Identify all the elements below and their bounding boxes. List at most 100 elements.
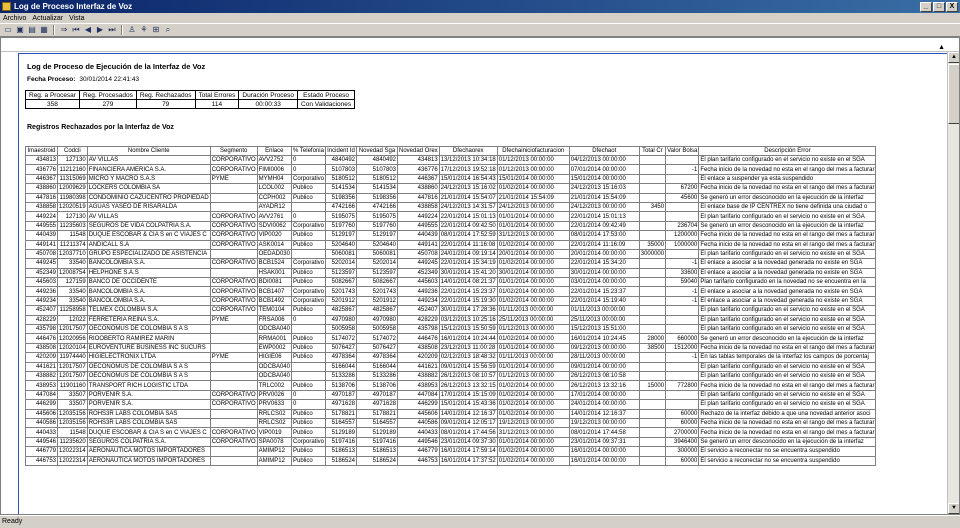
vertical-scrollbar[interactable]: ▲ ▼ xyxy=(947,52,959,514)
table-cell: CORPORATIVO xyxy=(209,286,258,297)
table-cell: 26/12/2013 08:10:58 xyxy=(568,370,640,382)
table-cell: 25/11/2013 00:00:00 xyxy=(496,314,570,326)
table-cell: 127130 xyxy=(57,154,88,166)
table-cell: 08/01/2014 17:53:00 xyxy=(568,230,640,241)
table-cell: 38500 xyxy=(638,342,667,354)
table-cell: Fecha inicio de la novedad no esta en el… xyxy=(698,380,877,391)
table-cell: 449224 xyxy=(25,211,58,222)
table-cell xyxy=(638,258,667,269)
table-cell: 4825867 xyxy=(356,305,398,316)
print-icon[interactable]: ▤ xyxy=(27,25,37,35)
table-cell: 0 xyxy=(290,314,327,326)
table-cell: 447084 xyxy=(397,389,440,401)
table-cell xyxy=(638,286,667,297)
prev-page-icon[interactable]: ◀ xyxy=(83,25,93,35)
table-cell: 5197760 xyxy=(356,220,398,232)
table-cell: AV VILLAS xyxy=(86,154,211,166)
refresh-icon[interactable]: ⇒ xyxy=(59,25,69,35)
table-cell: 21/01/2014 15:54:09 xyxy=(496,192,570,203)
table-cell: 59040 xyxy=(665,277,700,288)
export-icon[interactable]: ▦ xyxy=(39,25,49,35)
process-date-value: 30/01/2014 22:41:43 xyxy=(79,76,140,83)
table-cell: El enlace a asociar a la novedad generad… xyxy=(698,258,877,269)
table-cell xyxy=(638,370,667,382)
table-cell: 12020104 xyxy=(57,342,88,354)
table-cell xyxy=(638,173,667,185)
table-cell: 28/11/2013 00:00:00 xyxy=(568,352,640,363)
table-cell: 5186513 xyxy=(356,446,398,457)
table-cell: 5186524 xyxy=(356,455,398,466)
table-row: 447816 11980398 CONDOMINIO CAZUCENTRO PROP… xyxy=(25,192,877,203)
table-cell: LCOL002 xyxy=(256,183,292,194)
table-cell: 5174072 xyxy=(325,333,357,344)
table-cell: 440586 xyxy=(25,417,58,429)
table-cell: 1000000 xyxy=(665,239,700,250)
next-page-icon[interactable]: ▶ xyxy=(95,25,105,35)
zoom-icon[interactable]: ⊞ xyxy=(151,25,161,35)
table-cell: 24/12/2013 15:16:03 xyxy=(568,183,640,194)
toolbar-separator xyxy=(53,25,55,35)
summary-header: Reg. a Procesar xyxy=(25,90,80,100)
table-row: 445606 12035156 ROHS3R LABS COLOMBIA SAS RR… xyxy=(25,408,877,419)
table-cell: 28000 xyxy=(638,333,667,344)
table-cell: Fecha inicio de la novedad no esta en el… xyxy=(698,417,877,429)
table-cell: Se generó un error desconocido en la eje… xyxy=(698,192,877,203)
table-cell: 5129197 xyxy=(356,230,398,241)
table-cell: 15/01/2014 00:00:00 xyxy=(496,173,570,185)
table-cell: CORPORATIVO xyxy=(209,220,258,232)
scroll-up-icon[interactable]: ▲ xyxy=(948,52,959,63)
table-cell: 5186513 xyxy=(325,446,357,457)
table-cell: 01/01/2014 00:00:00 xyxy=(496,277,570,288)
table-cell: 09/12/2013 00:00:00 xyxy=(568,342,640,354)
table-cell: CORPORATIVO xyxy=(209,230,258,241)
tree-icon[interactable]: ⚘ xyxy=(139,25,149,35)
table-cell: 12020519 xyxy=(57,201,88,213)
save-icon[interactable]: ▣ xyxy=(15,25,25,35)
table-cell: 67200 xyxy=(665,183,700,194)
table-cell: BCB1492 xyxy=(256,295,292,307)
table-cell: 446476 xyxy=(397,333,440,344)
table-cell: 450708 xyxy=(25,248,58,260)
table-cell: RIOOBERTO RAMIREZ MARIN xyxy=(86,333,211,344)
table-cell: PYME xyxy=(209,314,258,326)
table-cell: OECONOMUS DE COLOMBIA S A S xyxy=(86,324,211,335)
table-cell: 31/12/2013 00:00:00 xyxy=(496,427,570,438)
table-cell: 447816 xyxy=(397,192,440,203)
menu-vista[interactable]: Vista xyxy=(66,15,87,22)
table-cell: 16/01/2014 10:24:45 xyxy=(568,333,640,344)
table-cell: 01/02/2014 00:00:00 xyxy=(496,446,570,457)
menu-bar: Archivo Actualizar Vista xyxy=(0,13,960,23)
minimize-button[interactable]: _ xyxy=(920,1,932,12)
scroll-thumb[interactable] xyxy=(948,64,959,124)
table-cell xyxy=(638,192,667,203)
table-cell: 438858 xyxy=(25,201,58,213)
table-cell: CCPH002 xyxy=(256,192,292,203)
table-row: 436776 11212160 FINANCIERA AMERICA S.A. COR… xyxy=(25,164,877,175)
last-page-icon[interactable]: ⏭ xyxy=(107,25,117,35)
scroll-down-icon[interactable]: ▼ xyxy=(948,503,959,514)
table-cell: MICRO Y MACRO S.A.S xyxy=(86,173,211,185)
table-row: 438858 12020519 AGUAS YASEO DE RISARALDA AY… xyxy=(25,201,877,213)
close-button[interactable]: X xyxy=(946,1,958,12)
table-cell: El enlace a asociar a la novedad generad… xyxy=(698,295,877,307)
table-cell: 22/01/2014 15:01:13 xyxy=(438,211,498,222)
table-cell: 4742166 xyxy=(325,201,357,213)
table-cell: 14/01/2014 08:21:37 xyxy=(438,277,498,288)
table-cell: 660000 xyxy=(665,333,700,344)
table-cell: Rechazo de la interfaz debido a que una … xyxy=(698,408,877,419)
table-cell xyxy=(209,201,258,213)
table-cell: CORPORATIVO xyxy=(209,305,258,316)
table-cell: 01/02/2014 00:00:00 xyxy=(496,333,570,344)
menu-archivo[interactable]: Archivo xyxy=(0,15,29,22)
open-icon[interactable]: ▭ xyxy=(3,25,13,35)
person-icon[interactable]: ♙ xyxy=(127,25,137,35)
table-cell: CORPORATIVO xyxy=(209,211,258,222)
table-cell: 449555 xyxy=(25,220,58,232)
table-cell: 4970980 xyxy=(325,314,357,326)
menu-actualizar[interactable]: Actualizar xyxy=(29,15,66,22)
first-page-icon[interactable]: ⏮ xyxy=(71,25,81,35)
table-cell: EUROVENTURE BUSINESS INC SUCURS xyxy=(86,342,211,354)
table-cell: DUQUE ESCOBAR & CIA S en C VIAJES C xyxy=(86,427,211,438)
maximize-button[interactable]: □ xyxy=(933,1,945,12)
search-icon[interactable]: ⌕ xyxy=(163,25,173,35)
